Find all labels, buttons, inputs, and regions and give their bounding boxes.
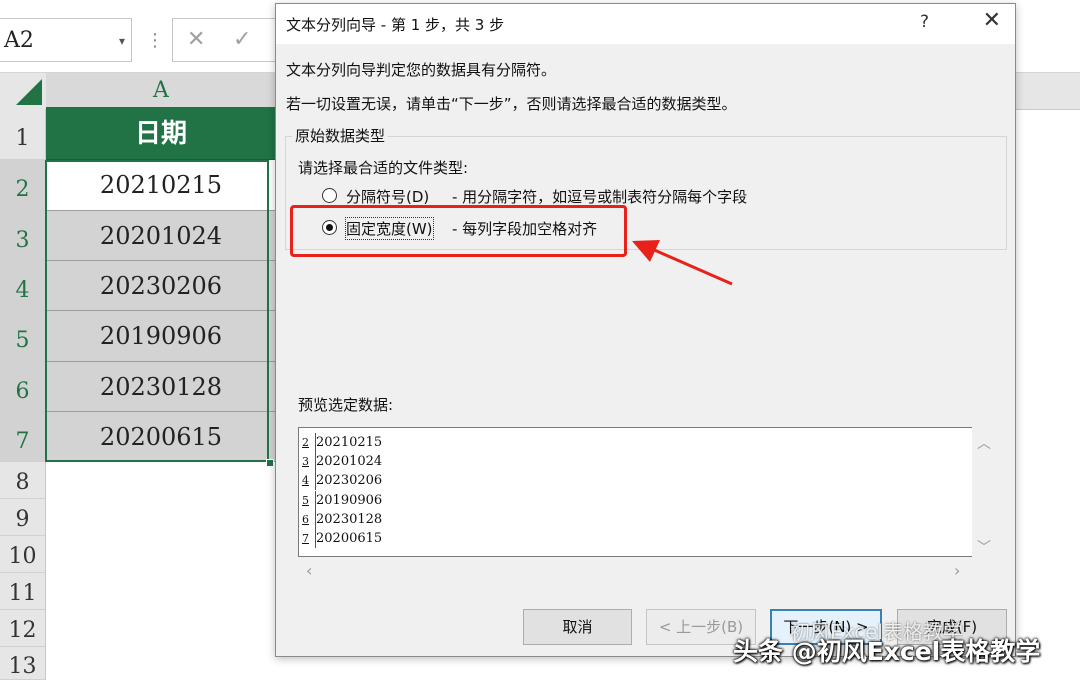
name-box[interactable]: A2 ▾ [0,18,132,62]
close-icon[interactable]: ✕ [983,8,1001,33]
preview-line-number: 4 [302,474,309,487]
scroll-right-icon[interactable]: › [954,561,960,580]
preview-line-text: 20201024 [316,454,383,469]
row-header-8[interactable]: 8 [0,462,46,499]
dialog-titlebar[interactable]: 文本分列向导 - 第 1 步，共 3 步 ? ✕ [276,4,1015,44]
preview-line-number: 3 [302,455,309,468]
data-preview[interactable]: 2 20210215 3 20201024 4 20230206 5 20190906 … [298,427,972,557]
scroll-left-icon[interactable]: ‹ [306,561,312,580]
preview-label: 预览选定数据: [298,396,394,414]
row-header-7[interactable]: 7 [0,412,46,462]
data-type-group-label: 原始数据类型 [292,125,389,146]
option-delimited[interactable]: 分隔符号(D) - 用分隔字符，如逗号或制表符分隔每个字段 [322,186,822,208]
fill-handle[interactable] [266,459,274,467]
formula-bar-grip-icon: ⋮ [146,30,164,51]
preview-line-text: 20210215 [316,435,383,450]
text-to-columns-dialog: 文本分列向导 - 第 1 步，共 3 步 ? ✕ 文本分列向导判定您的数据具有分… [275,3,1016,657]
fixed-width-label[interactable]: 固定宽度(W) [345,217,434,240]
row-header-1[interactable]: 1 [0,109,46,160]
name-box-dropdown-icon[interactable]: ▾ [119,19,125,63]
row-header-5[interactable]: 5 [0,311,46,362]
row-header-12[interactable]: 12 [0,610,46,647]
row-header-13[interactable]: 13 [0,647,46,680]
table-cell[interactable]: 20210215 [46,160,276,211]
scroll-down-icon[interactable]: ﹀ [977,537,991,557]
watermark: 头条 @初风Excel表格教学 [733,637,1041,666]
delimited-radio[interactable] [322,188,337,203]
cancel-button[interactable]: 取消 [523,609,632,645]
header-cell[interactable]: 日期 [46,109,276,160]
dialog-instruction: 若一切设置无误，请单击“下一步”，否则请选择最合适的数据类型。 [286,95,737,113]
delimited-description: - 用分隔字符，如逗号或制表符分隔每个字段 [452,188,748,206]
scroll-up-icon[interactable]: ︿ [977,433,991,453]
preview-horizontal-scrollbar[interactable]: ‹ › [298,557,972,583]
table-cell[interactable]: 20190906 [46,311,276,362]
cancel-entry-icon[interactable]: ✕ [187,27,205,52]
table-cell[interactable]: 20230128 [46,362,276,412]
row-header-6[interactable]: 6 [0,362,46,412]
preview-line-text: 20230206 [316,473,383,488]
preview-line-text: 20190906 [316,493,383,508]
formula-bar-actions: ✕ ✓ [172,18,282,62]
preview-line-number: 2 [302,436,309,449]
select-all-button[interactable] [0,73,47,110]
help-icon[interactable]: ? [920,12,929,32]
row-header-11[interactable]: 11 [0,573,46,610]
row-header-9[interactable]: 9 [0,499,46,536]
column-header-a[interactable]: A [46,73,276,109]
row-header-3[interactable]: 3 [0,211,46,261]
table-cell[interactable]: 20201024 [46,211,276,261]
preview-line-number: 7 [302,532,309,545]
preview-vertical-scrollbar[interactable]: ︿ ﹀ [972,427,994,557]
preview-line-number: 5 [302,494,309,507]
preview-line-text: 20230128 [316,512,383,527]
table-cell[interactable]: 20200615 [46,412,276,462]
row-header-10[interactable]: 10 [0,536,46,573]
fixed-width-description: - 每列字段加空格对齐 [452,220,598,238]
row-header-2[interactable]: 2 [0,160,46,211]
choose-type-label: 请选择最合适的文件类型: [298,159,469,177]
dialog-description: 文本分列向导判定您的数据具有分隔符。 [286,61,557,79]
delimited-label[interactable]: 分隔符号(D) [346,186,429,207]
preview-line-text: 20200615 [316,531,383,546]
name-box-value: A2 [4,28,34,53]
row-header-4[interactable]: 4 [0,261,46,311]
table-cell[interactable]: 20230206 [46,261,276,311]
confirm-entry-icon[interactable]: ✓ [233,27,251,52]
dialog-title: 文本分列向导 - 第 1 步，共 3 步 [286,16,505,34]
option-fixed-width[interactable]: 固定宽度(W) - 每列字段加空格对齐 [322,217,722,240]
fixed-width-radio[interactable] [322,220,337,235]
preview-line-number: 6 [302,513,309,526]
